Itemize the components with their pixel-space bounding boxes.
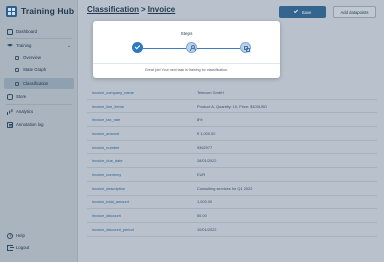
breadcrumb-separator: > [141,5,146,14]
field-value: 1,000.00 [197,199,213,205]
dashboard-icon [7,28,13,35]
sidebar-item-label: Training [16,43,32,48]
table-row[interactable]: invoice_total_amount 1,000.00 [87,196,377,210]
sidebar-item-label: Classification [23,81,49,86]
sidebar-divider [6,38,72,39]
sidebar: Training Hub Dashboard Training ⌄ Overvi… [0,0,78,262]
classification-icon [15,81,19,86]
field-value: Telecom GmbH [197,89,224,95]
field-key: invoice_due_date [92,158,123,164]
modal-title: Steps [180,31,193,36]
field-value: Consulting services for Q1 2022 [197,185,253,191]
table-row[interactable]: invoice_number 9362977 [87,141,377,155]
field-value: 9362977 [197,144,213,150]
app-name: Training Hub [21,6,75,16]
sidebar-item-label: Annotation log [16,122,44,127]
field-key: invoice_discount [92,213,121,219]
sidebar-item-label: Dashboard [16,29,38,34]
breadcrumb-current[interactable]: Invoice [148,5,176,14]
step-connector [143,47,186,49]
sidebar-item-label: Store [16,94,27,99]
table-row[interactable]: invoice_line_items Product A, Quantity: 1… [87,100,377,114]
field-value: EUR [197,171,206,177]
breadcrumb-parent[interactable]: Classification [87,5,139,14]
sidebar-item-label: Overview [23,55,41,60]
field-value: 28/01/2022 [197,158,217,164]
field-key: invoice_discount_period [92,226,134,232]
field-value: € 1,000.00 [197,130,216,136]
sidebar-divider [6,104,72,105]
check-icon [293,9,298,14]
table-row[interactable]: invoice_currency EUR [87,168,377,182]
overview-icon [15,55,19,60]
table-row[interactable]: invoice_tax_rate 8% [87,113,377,128]
sidebar-item-store[interactable]: Store [4,91,74,102]
sidebar-item-annotation-log[interactable]: Annotation log [4,119,74,130]
field-key: invoice_tax_rate [92,117,121,123]
field-value: 10/01/2022 [197,226,217,232]
state-graph-icon [15,67,19,72]
brand[interactable]: Training Hub [6,5,74,17]
table-row[interactable]: invoice_discount_period 10/01/2022 [87,223,377,237]
add-datapoints-button[interactable]: Add datapoints [333,6,376,18]
table-row[interactable]: invoice_company_name Telecom GmbH [87,86,377,100]
table-row[interactable]: invoice_amount € 1,000.00 [87,127,377,141]
field-key: invoice_line_items [92,103,124,109]
table-row[interactable]: invoice_discount 50.00 [87,209,377,223]
step-connector [197,47,240,49]
steps-modal: Steps Great job! Your next task is train… [93,21,280,78]
field-value: 8% [197,117,203,123]
breadcrumb: Classification > Invoice [87,5,175,14]
database-icon [7,93,13,100]
field-value: Product A, Quantity: 10, Price: $100USD [197,103,268,109]
sidebar-item-label: State Graph [23,67,47,72]
sidebar-item-label: Logout [16,245,30,250]
sidebar-item-analytics[interactable]: Analytics [4,106,74,117]
step-classification-flow-icon[interactable] [240,42,251,53]
help-icon [7,232,13,239]
note-icon [7,121,13,128]
field-key: invoice_number [92,144,120,150]
field-key: invoice_amount [92,130,120,136]
field-value: 50.00 [197,213,207,219]
sidebar-item-state-graph[interactable]: State Graph [4,64,74,75]
sidebar-item-logout[interactable]: Logout [4,242,74,253]
bar-chart-icon [7,109,13,115]
sidebar-item-label: Analytics [16,109,34,114]
modal-message: Great job! Your next task is training fo… [144,68,229,72]
table-row[interactable]: invoice_due_date 28/01/2022 [87,154,377,169]
step-complete-check-icon[interactable] [132,42,143,53]
add-datapoints-label: Add datapoints [340,9,369,15]
graduation-cap-icon [7,43,13,49]
sidebar-item-overview[interactable]: Overview [4,52,74,63]
save-button[interactable]: Save [279,6,326,18]
field-key: invoice_description [92,185,126,191]
sidebar-item-help[interactable]: Help [4,230,74,241]
app-logo-icon [6,5,17,17]
modal-divider [93,63,280,64]
field-key: invoice_company_name [92,89,134,95]
invoice-field-table: invoice_company_name Telecom GmbH invoice… [87,86,377,237]
table-row[interactable]: invoice_description Consulting services f… [87,182,377,196]
chevron-down-icon: ⌄ [66,42,71,49]
step-annotate-user-icon[interactable] [186,42,197,53]
sidebar-item-dashboard[interactable]: Dashboard [4,26,74,37]
field-key: invoice_total_amount [92,199,129,205]
field-key: invoice_currency [92,171,122,177]
sidebar-item-classification[interactable]: Classification [4,78,74,89]
save-button-label: Save [301,9,312,15]
sidebar-item-training[interactable]: Training ⌄ [4,40,74,51]
logout-icon [7,244,14,251]
sidebar-item-label: Help [16,233,25,238]
